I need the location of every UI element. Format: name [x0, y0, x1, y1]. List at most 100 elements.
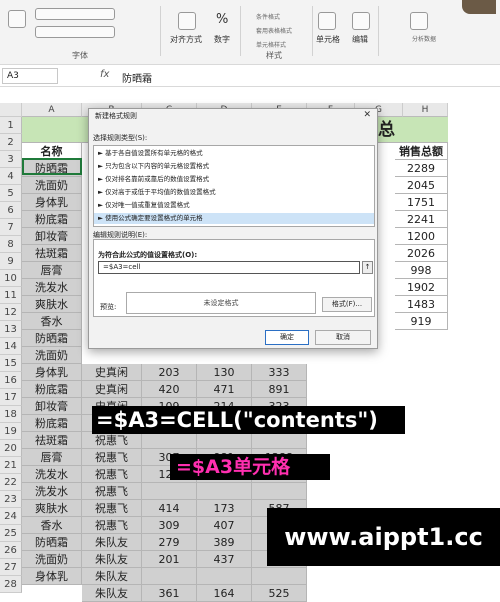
row-header-17[interactable]: 17	[0, 389, 22, 406]
row-header-19[interactable]: 19	[0, 423, 22, 440]
row-header-5[interactable]: 5	[0, 185, 22, 202]
table-cell[interactable]: 身体乳	[22, 364, 82, 381]
table-cell[interactable]: 祛斑霜	[22, 432, 82, 449]
table-cell[interactable]: 164	[197, 585, 252, 602]
cells-button[interactable]: 单元格	[316, 34, 340, 45]
close-icon[interactable]: ✕	[363, 110, 371, 120]
table-cell[interactable]	[197, 432, 252, 449]
table-cell[interactable]: 史真闲	[82, 381, 142, 398]
table-cell[interactable]: 史真闲	[82, 364, 142, 381]
table-cell[interactable]: 洗发水	[22, 466, 82, 483]
table-cell[interactable]: 身体乳	[22, 568, 82, 585]
percent-icon[interactable]: %	[216, 12, 228, 27]
table-cell[interactable]: 身体乳	[22, 194, 82, 211]
row-header-22[interactable]: 22	[0, 474, 22, 491]
table-cell[interactable]: 333	[252, 364, 307, 381]
rule-type-list[interactable]: ► 基于各自值设置所有单元格的格式 ► 只为包含以下内容的单元格设置格式 ► 仅对排…	[93, 145, 375, 227]
select-all-corner[interactable]	[0, 103, 22, 117]
table-cell[interactable]: 粉底霜	[22, 211, 82, 228]
row-header-4[interactable]: 4	[0, 168, 22, 185]
formula-field[interactable]: =$A3=cell	[98, 261, 360, 274]
table-cell[interactable]: 2241	[395, 211, 448, 228]
cells-icon[interactable]	[318, 12, 336, 30]
column-header-h[interactable]: H	[403, 103, 448, 117]
table-cell[interactable]: 891	[252, 381, 307, 398]
table-format-button[interactable]: 套用表格格式	[256, 26, 292, 35]
table-cell[interactable]: 朱队友	[82, 551, 142, 568]
row-header-1[interactable]: 1	[0, 117, 22, 134]
rule-type-item[interactable]: ► 基于各自值设置所有单元格的格式	[94, 148, 374, 159]
table-cell[interactable]	[197, 483, 252, 500]
row-header-25[interactable]: 25	[0, 525, 22, 542]
font-format-buttons[interactable]	[35, 26, 115, 38]
row-header-24[interactable]: 24	[0, 508, 22, 525]
cond-format-button[interactable]: 条件格式	[256, 12, 280, 21]
rule-type-item[interactable]: ► 使用公式确定要设置格式的单元格	[94, 213, 374, 224]
table-cell[interactable]: 130	[197, 364, 252, 381]
table-cell[interactable]	[252, 432, 307, 449]
cancel-button[interactable]: 取消	[315, 330, 371, 345]
row-header-13[interactable]: 13	[0, 321, 22, 338]
align-button[interactable]: 对齐方式	[170, 34, 202, 45]
row-header-8[interactable]: 8	[0, 236, 22, 253]
table-cell[interactable]: 防晒霜	[22, 330, 82, 347]
table-cell[interactable]: 998	[395, 262, 448, 279]
row-header-21[interactable]: 21	[0, 457, 22, 474]
edit-button[interactable]: 编辑	[352, 34, 368, 45]
table-cell[interactable]: 919	[395, 313, 448, 330]
table-cell[interactable]: 唇膏	[22, 262, 82, 279]
table-cell[interactable]: 525	[252, 585, 307, 602]
table-cell[interactable]: 407	[197, 517, 252, 534]
rule-type-item[interactable]: ► 仅对唯一值或重复值设置格式	[94, 200, 374, 211]
row-header-3[interactable]: 3	[0, 151, 22, 168]
row-header-12[interactable]: 12	[0, 304, 22, 321]
table-cell[interactable]: 389	[197, 534, 252, 551]
analysis-icon[interactable]	[410, 12, 428, 30]
table-cell[interactable]	[197, 568, 252, 585]
table-cell[interactable]: 唇膏	[22, 449, 82, 466]
row-header-11[interactable]: 11	[0, 287, 22, 304]
table-cell[interactable]: 粉底霜	[22, 381, 82, 398]
table-cell[interactable]: 卸妆膏	[22, 228, 82, 245]
table-cell[interactable]	[252, 568, 307, 585]
range-select-icon[interactable]: ↑	[362, 261, 373, 274]
table-cell[interactable]: 洗发水	[22, 279, 82, 296]
table-cell[interactable]: 爽肤水	[22, 296, 82, 313]
table-cell[interactable]: 祝惠飞	[82, 500, 142, 517]
table-cell[interactable]: 309	[142, 517, 197, 534]
cell-style-button[interactable]: 单元格样式	[256, 40, 286, 49]
table-cell[interactable]: 祝惠飞	[82, 449, 142, 466]
table-cell[interactable]: 洗面奶	[22, 551, 82, 568]
table-cell[interactable]: 361	[142, 585, 197, 602]
table-cell[interactable]: 洗发水	[22, 483, 82, 500]
table-cell[interactable]	[142, 568, 197, 585]
table-cell[interactable]	[252, 483, 307, 500]
row-header-26[interactable]: 26	[0, 542, 22, 559]
row-header-14[interactable]: 14	[0, 338, 22, 355]
row-header-20[interactable]: 20	[0, 440, 22, 457]
row-header-28[interactable]: 28	[0, 576, 22, 593]
number-button[interactable]: 数字	[214, 34, 230, 45]
table-cell[interactable]: 2026	[395, 245, 448, 262]
row-header-6[interactable]: 6	[0, 202, 22, 219]
table-cell[interactable]: 祝惠飞	[82, 517, 142, 534]
table-cell[interactable]: 1200	[395, 228, 448, 245]
table-cell[interactable]: 朱队友	[82, 568, 142, 585]
rule-type-item[interactable]: ► 仅对高于或低于平均值的数值设置格式	[94, 187, 374, 198]
table-cell[interactable]: 洗面奶	[22, 177, 82, 194]
row-header-27[interactable]: 27	[0, 559, 22, 576]
table-cell[interactable]: 祝惠飞	[82, 432, 142, 449]
table-cell[interactable]: 420	[142, 381, 197, 398]
row-header-18[interactable]: 18	[0, 406, 22, 423]
table-cell[interactable]: 1483	[395, 296, 448, 313]
table-cell[interactable]: 471	[197, 381, 252, 398]
rule-type-item[interactable]: ► 只为包含以下内容的单元格设置格式	[94, 161, 374, 172]
table-cell[interactable]	[142, 432, 197, 449]
table-cell[interactable]: 201	[142, 551, 197, 568]
table-cell[interactable]: 1751	[395, 194, 448, 211]
font-name-box[interactable]	[35, 8, 115, 20]
table-cell[interactable]: 香水	[22, 517, 82, 534]
fx-icon[interactable]: fx	[100, 69, 109, 80]
name-box[interactable]: A3	[2, 68, 58, 84]
table-cell[interactable]: 203	[142, 364, 197, 381]
